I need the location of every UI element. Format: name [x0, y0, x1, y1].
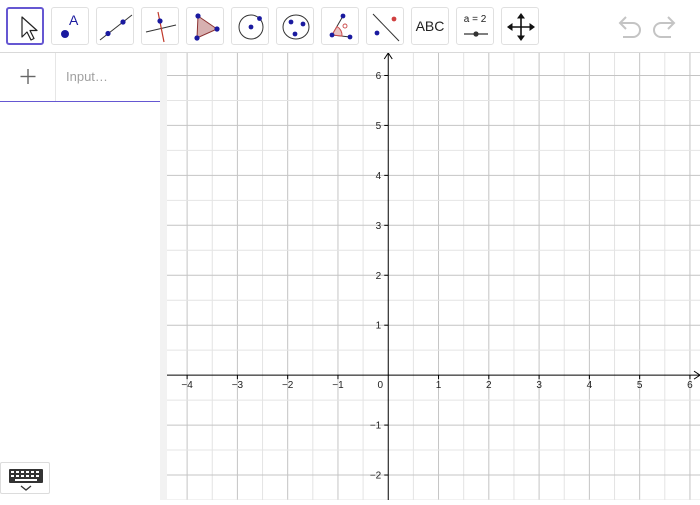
y-tick-label: 1 — [376, 321, 382, 332]
point-tool-button[interactable]: A — [51, 7, 89, 45]
four-way-arrow-icon — [507, 13, 535, 41]
reflect-about-line-icon — [372, 13, 400, 42]
y-tick-label: −1 — [370, 421, 382, 432]
keyboard-icon — [9, 469, 43, 491]
angle-tool-button[interactable] — [321, 7, 359, 45]
coordinate-plane[interactable]: −4 −3 −2 −1 0 1 2 3 4 5 6 6 5 4 3 2 1 −1 −2 — [167, 52, 700, 501]
y-tick-label: −2 — [370, 471, 382, 482]
x-tick-label: −3 — [232, 380, 244, 391]
algebra-input-row[interactable]: Input… — [0, 53, 160, 102]
text-tool-button[interactable]: ABC — [411, 7, 449, 45]
undo-button[interactable] — [614, 12, 644, 45]
axes — [167, 52, 700, 500]
graphics-view[interactable]: −4 −3 −2 −1 0 1 2 3 4 5 6 6 5 4 3 2 1 −1 −2 — [167, 52, 700, 505]
line-through-two-points-icon — [99, 14, 133, 41]
y-tick-label: 5 — [376, 121, 382, 132]
polygon-tool-button[interactable] — [186, 7, 224, 45]
slider-tool-button[interactable]: a = 2 — [456, 7, 494, 45]
perpendicular-line-tool-button[interactable] — [141, 7, 179, 45]
perpendicular-line-icon — [145, 11, 177, 43]
algebra-view: Input… — [0, 53, 161, 500]
view-splitter[interactable] — [160, 53, 167, 500]
circle-three-points-tool-button[interactable] — [276, 7, 314, 45]
x-tick-label: 5 — [637, 380, 643, 391]
circle-through-three-points-icon — [282, 14, 310, 40]
add-item-button[interactable] — [0, 53, 56, 101]
x-tick-label: 1 — [436, 380, 442, 391]
angle-icon — [329, 13, 353, 40]
y-tick-label: 2 — [376, 271, 382, 282]
reflect-about-line-tool-button[interactable] — [366, 7, 404, 45]
polygon-icon — [194, 13, 220, 41]
x-tick-label: −2 — [282, 380, 294, 391]
move-tool-button[interactable] — [6, 7, 44, 45]
x-tick-label: 0 — [377, 380, 383, 391]
x-tick-label: 2 — [486, 380, 492, 391]
tick-labels: −4 −3 −2 −1 0 1 2 3 4 5 6 6 5 4 3 2 1 −1 −2 — [181, 71, 693, 482]
text-tool-label: ABC — [415, 18, 445, 34]
point-label-text: A — [69, 12, 79, 28]
y-tick-label: 4 — [376, 171, 382, 182]
redo-button[interactable] — [650, 12, 680, 45]
line-tool-button[interactable] — [96, 7, 134, 45]
plus-icon — [20, 69, 36, 84]
toolbar: A ABC a = 2 — [0, 0, 700, 53]
algebra-input-field[interactable]: Input… — [66, 69, 108, 84]
keyboard-button[interactable] — [0, 462, 50, 494]
redo-icon — [653, 16, 676, 38]
x-tick-label: −1 — [332, 380, 344, 391]
x-tick-label: 4 — [587, 380, 593, 391]
y-tick-label: 3 — [376, 221, 382, 232]
grid — [167, 53, 700, 501]
slider-icon — [464, 31, 488, 37]
x-tick-label: 6 — [687, 380, 693, 391]
move-graphics-view-tool-button[interactable] — [501, 7, 539, 45]
circle-with-center-icon — [238, 14, 264, 40]
x-tick-label: 3 — [536, 380, 542, 391]
arrow-cursor-icon — [21, 16, 38, 41]
undo-icon — [618, 16, 641, 38]
circle-center-point-tool-button[interactable] — [231, 7, 269, 45]
x-tick-label: −4 — [181, 380, 193, 391]
y-tick-label: 6 — [376, 71, 382, 82]
